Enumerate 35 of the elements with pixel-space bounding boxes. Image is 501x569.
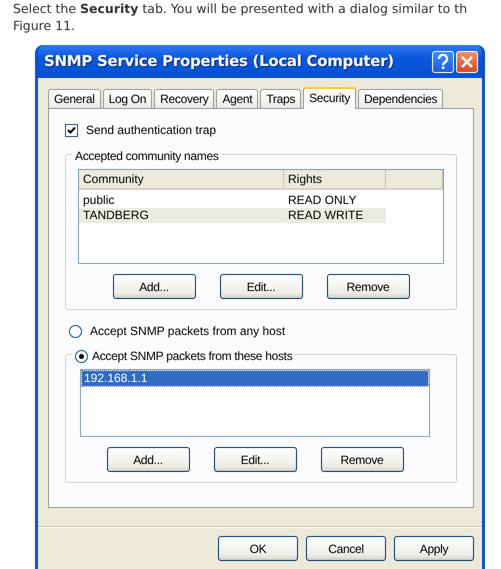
checkbox-label: Send authentication trap (86, 122, 216, 139)
radio-button[interactable] (69, 324, 82, 338)
table-cell-text: TANDBERG (82, 208, 150, 223)
help-icon[interactable] (432, 50, 454, 72)
radio-button[interactable] (75, 350, 88, 362)
dialog-button[interactable]: Remove (320, 447, 404, 472)
dialog-button[interactable]: Apply (394, 536, 474, 561)
radio-label: Accept SNMP packets from these hosts (92, 348, 292, 365)
list-row[interactable]: public READ ONLY (79, 193, 386, 208)
tab[interactable]: Dependencies (358, 89, 444, 108)
tab[interactable]: Agent (216, 89, 258, 108)
checkbox[interactable] (65, 124, 78, 136)
table-cell-text: READ ONLY (287, 193, 358, 208)
dialog-button[interactable]: Edit... (220, 274, 302, 299)
list-row[interactable]: TANDBERG READ WRITE (79, 208, 386, 223)
table-cell-text: READ WRITE (287, 208, 364, 223)
tab[interactable]: Log On (102, 89, 152, 108)
dialog-button[interactable]: Remove (326, 274, 410, 299)
radio-label: Accept SNMP packets from any host (90, 323, 286, 340)
table-cell-text: public (82, 193, 116, 208)
close-icon[interactable] (456, 50, 478, 72)
dialog-button[interactable]: Cancel (306, 536, 386, 561)
tab[interactable]: Security (303, 87, 356, 109)
column-header[interactable]: Community (79, 170, 284, 188)
tab[interactable]: Traps (260, 89, 302, 108)
column-header[interactable]: Rights (284, 170, 386, 188)
intro-paragraph: Select the Security tab. You will be presented with a dialog similar to th Figure 11. (13, 0, 468, 34)
dialog-button[interactable]: Add... (106, 447, 190, 472)
list-item[interactable]: 192.168.1.1 (82, 371, 428, 386)
tab[interactable]: General (48, 89, 101, 108)
dialog-button[interactable]: Edit... (214, 447, 296, 472)
window-title: SNMP Service Properties (Local Computer) (44, 51, 395, 72)
dialog-button[interactable]: OK (218, 536, 298, 561)
tab[interactable]: Recovery (154, 89, 214, 108)
dialog-button[interactable]: Add... (112, 274, 196, 299)
